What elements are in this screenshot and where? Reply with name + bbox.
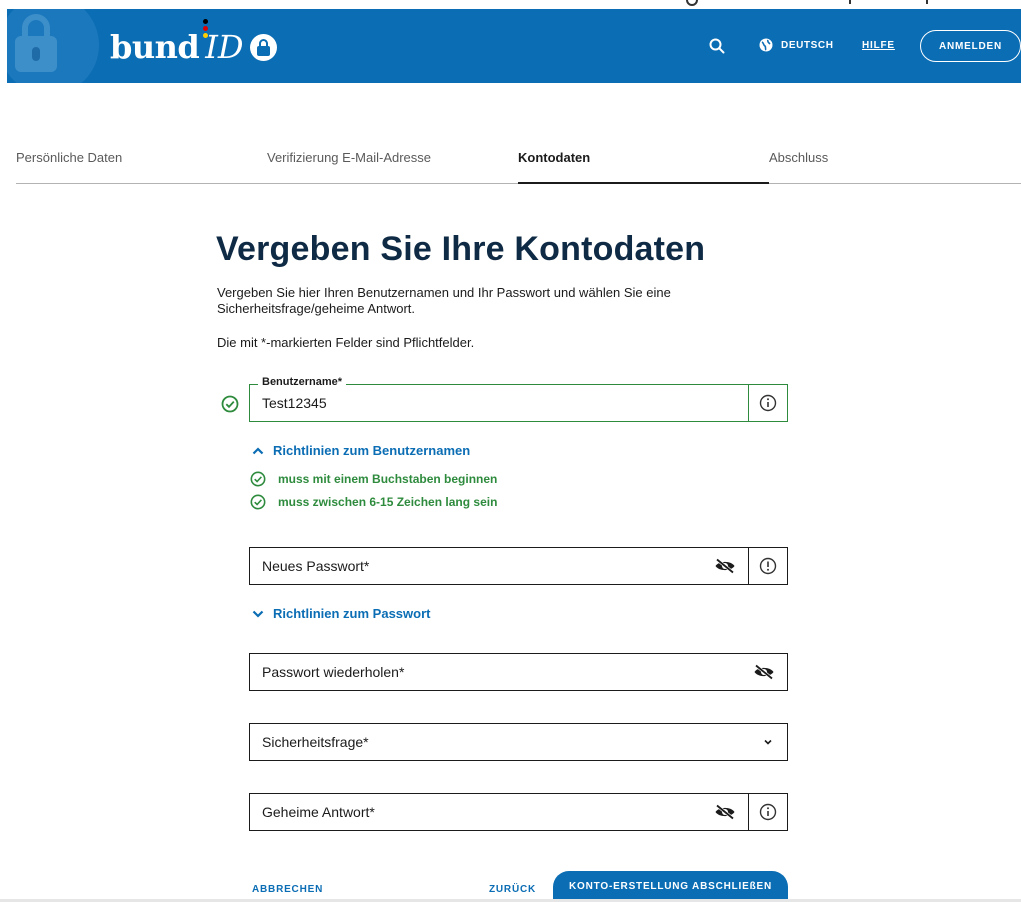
search-icon[interactable] xyxy=(709,38,725,54)
username-rule: muss zwischen 6-15 Zeichen lang sein xyxy=(250,494,497,510)
required-fields-note: Die mit *-markierten Felder sind Pflicht… xyxy=(217,335,475,350)
exclamation-icon xyxy=(759,557,777,575)
username-label: Benutzername* xyxy=(258,376,347,388)
padlock-icon xyxy=(249,33,277,61)
step-completion: Abschluss xyxy=(769,150,829,165)
submit-button[interactable]: KONTO-ERSTELLUNG ABSCHLIEßEN xyxy=(553,871,788,902)
logo-bund: bund xyxy=(110,28,200,66)
logo-id: ID xyxy=(205,28,244,66)
active-step-indicator xyxy=(518,182,769,184)
chevron-down-icon xyxy=(252,610,264,618)
new-password-field[interactable]: Neues Passwort* xyxy=(249,547,788,585)
check-circle-icon xyxy=(250,494,266,510)
page-title: Vergeben Sie Ihre Kontodaten xyxy=(216,230,706,268)
new-password-placeholder[interactable]: Neues Passwort* xyxy=(250,558,712,574)
chevron-up-icon xyxy=(252,446,264,454)
globe-icon xyxy=(759,38,773,52)
bundid-logo[interactable]: bund ID xyxy=(110,19,277,66)
step-email-verification: Verifizierung E-Mail-Adresse xyxy=(267,150,432,165)
secret-answer-info-button[interactable] xyxy=(748,794,787,830)
username-rule-text: muss zwischen 6-15 Zeichen lang sein xyxy=(278,495,498,509)
password-guidelines-toggle[interactable]: Richtlinien zum Passwort xyxy=(252,606,430,621)
password-warning-button[interactable] xyxy=(748,548,787,584)
site-header: bund ID DEUTSCH HILFE ANMELDEN xyxy=(7,9,1021,83)
step-personal-data: Persönliche Daten xyxy=(16,150,123,165)
repeat-password-field[interactable]: Passwort wiederholen* xyxy=(249,653,788,691)
username-guidelines-toggle[interactable]: Richtlinien zum Benutzernamen xyxy=(252,443,470,458)
toggle-password-visibility[interactable] xyxy=(712,558,738,574)
password-guidelines-label: Richtlinien zum Passwort xyxy=(273,606,431,621)
lock-keyhole xyxy=(32,47,40,61)
username-rule-text: muss mit einem Buchstaben beginnen xyxy=(278,472,498,486)
eye-off-icon xyxy=(715,558,735,574)
username-value[interactable]: Test12345 xyxy=(250,395,748,411)
eye-off-icon xyxy=(715,804,735,820)
security-question-placeholder[interactable]: Sicherheitsfrage* xyxy=(250,734,748,750)
username-field[interactable]: Test12345 xyxy=(249,384,788,422)
toggle-secret-answer-visibility[interactable] xyxy=(712,804,738,820)
repeat-password-placeholder[interactable]: Passwort wiederholen* xyxy=(250,664,751,680)
tick-fragment xyxy=(849,0,851,4)
secret-answer-placeholder[interactable]: Geheime Antwort* xyxy=(250,804,712,820)
toggle-repeat-password-visibility[interactable] xyxy=(751,664,777,680)
username-guidelines-label: Richtlinien zum Benutzernamen xyxy=(273,443,471,458)
form-actions: ABBRECHEN ZURÜCK KONTO-ERSTELLUNG ABSCHL… xyxy=(0,871,1021,902)
step-account-data: Kontodaten xyxy=(518,150,591,165)
select-caret-icon xyxy=(763,739,772,745)
intro-text: Vergeben Sie hier Ihren Benutzernamen un… xyxy=(217,285,671,316)
language-label: DEUTSCH xyxy=(781,39,834,51)
clock-icon-fragment xyxy=(686,0,698,6)
login-button[interactable]: ANMELDEN xyxy=(920,30,1021,62)
tick-fragment xyxy=(926,0,928,4)
top-strip xyxy=(0,0,1021,9)
info-icon xyxy=(759,394,777,412)
security-question-select[interactable]: Sicherheitsfrage* xyxy=(249,723,788,761)
back-button[interactable]: ZURÜCK xyxy=(489,884,536,895)
chevron-down-icon[interactable] xyxy=(748,739,787,745)
progress-steps: Persönliche Daten Verifizierung E-Mail-A… xyxy=(16,150,1021,184)
username-info-button[interactable] xyxy=(748,385,787,421)
secret-answer-field[interactable]: Geheime Antwort* xyxy=(249,793,788,831)
check-circle-icon xyxy=(250,471,266,487)
cancel-button[interactable]: ABBRECHEN xyxy=(252,884,323,895)
username-rule: muss mit einem Buchstaben beginnen xyxy=(250,471,497,487)
valid-check-icon xyxy=(221,395,239,413)
help-link[interactable]: HILFE xyxy=(862,40,895,51)
language-selector[interactable]: DEUTSCH xyxy=(759,38,834,52)
eye-off-icon xyxy=(754,664,774,680)
info-icon xyxy=(759,803,777,821)
